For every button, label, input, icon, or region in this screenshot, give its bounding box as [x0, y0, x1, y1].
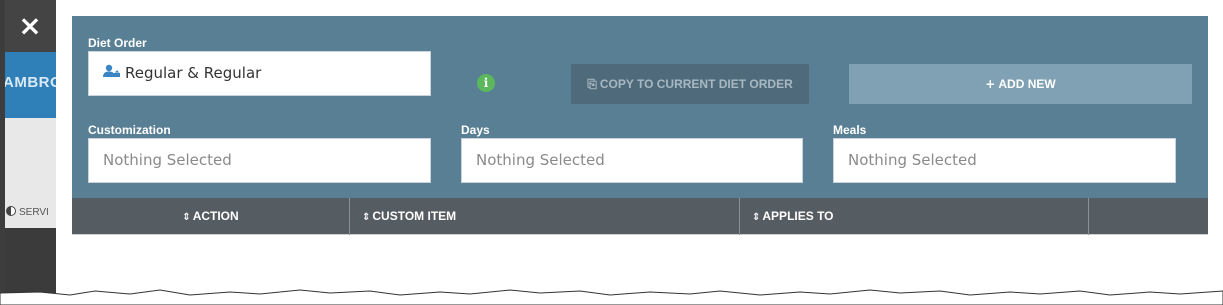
sort-icon: ⇕ — [362, 212, 371, 223]
meals-select[interactable]: Nothing Selected — [833, 138, 1176, 183]
backdrop-serving-text: SERVI — [19, 207, 49, 218]
column-header-action[interactable]: ⇕ ACTION — [72, 198, 350, 235]
column-header-label: ACTION — [192, 209, 239, 223]
filter-panel: Diet Order Regular & Regular i ⎘ COPY TO … — [72, 16, 1208, 198]
plus-icon: + — [985, 77, 996, 91]
backdrop-serving-label: SERVI — [6, 206, 56, 220]
copy-button-label: COPY TO CURRENT DIET ORDER — [599, 77, 793, 91]
column-header-extra — [1089, 198, 1208, 235]
backdrop-banner-text: AMBRO — [5, 74, 56, 91]
copy-to-current-diet-order-button[interactable]: ⎘ COPY TO CURRENT DIET ORDER — [571, 64, 809, 104]
diet-order-label: Diet Order — [88, 36, 147, 50]
column-header-label: APPLIES TO — [762, 209, 834, 223]
add-new-label: ADD NEW — [998, 77, 1056, 91]
backdrop-banner: AMBRO — [5, 52, 56, 118]
days-select[interactable]: Nothing Selected — [461, 138, 803, 183]
customization-label: Customization — [88, 123, 171, 137]
table-header: ⇕ ACTION ⇕ CUSTOM ITEM ⇕ APPLIES TO — [72, 198, 1208, 235]
column-header-custom-item[interactable]: ⇕ CUSTOM ITEM — [350, 198, 740, 235]
customization-select[interactable]: Nothing Selected — [88, 138, 431, 183]
meals-label: Meals — [833, 123, 867, 137]
torn-edge — [0, 289, 1223, 305]
sort-icon: ⇕ — [182, 212, 191, 223]
user-icon — [103, 52, 121, 95]
diet-order-value: Regular & Regular — [125, 64, 262, 82]
half-circle-icon — [6, 206, 16, 216]
add-new-button[interactable]: + ADD NEW — [849, 64, 1192, 104]
column-header-applies-to[interactable]: ⇕ APPLIES TO — [740, 198, 1089, 235]
days-label: Days — [461, 123, 490, 137]
diet-order-field[interactable]: Regular & Regular — [88, 51, 431, 96]
close-button[interactable]: × — [8, 6, 52, 46]
column-header-label: CUSTOM ITEM — [372, 209, 457, 223]
custom-items-modal: Diet Order Regular & Regular i ⎘ COPY TO … — [56, 0, 1216, 293]
copy-icon: ⎘ — [587, 77, 597, 91]
sort-icon: ⇕ — [752, 212, 761, 223]
info-icon[interactable]: i — [477, 74, 495, 92]
